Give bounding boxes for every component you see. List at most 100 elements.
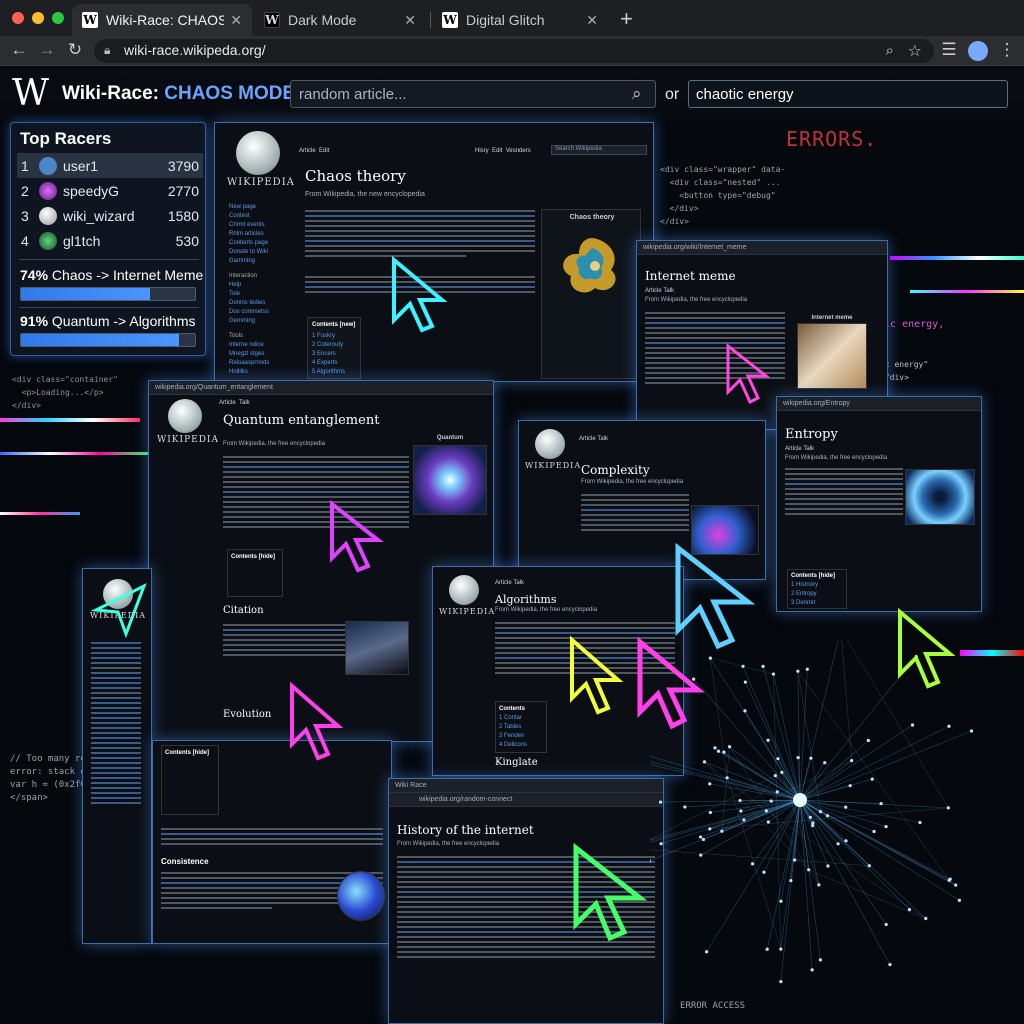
sidebar-nav[interactable] [91,639,141,807]
wiki-window-bottom-left[interactable]: Contents [hide] Consistence [152,740,392,944]
article-tabs[interactable]: Article Edit [299,147,329,156]
tab-title: Wiki-Race: CHAOS MODE [106,12,225,28]
contents-box: Contents [hide] 1 Histnory 2 Entropy 3 Den… [787,569,847,609]
close-window-button[interactable] [12,12,24,24]
racer-row[interactable]: 4 gl1tch 530 [17,228,203,253]
wikipedia-logo: WIKIPEDIA [227,131,294,188]
racer-row[interactable]: 2 speedyG 2770 [17,178,203,203]
chaos-fractal-image [563,238,616,293]
target-article-input[interactable] [688,80,1008,108]
contents-box: Contents [new] 1 Fuskry 2 Coterouty 3 Ence… [307,317,361,379]
article-body [161,825,383,848]
article-body [785,465,903,518]
neon-cursor-icon [726,342,771,405]
tab-digital-glitch[interactable]: W Digital Glitch ✕ [432,4,608,36]
reading-list-icon[interactable]: ☰ [938,40,960,60]
avatar [39,231,57,250]
back-arrow-icon[interactable]: ← [8,40,30,60]
glitch-stripe [0,418,140,422]
close-tab-icon[interactable]: ✕ [586,12,598,29]
image-caption: Internet meme [811,315,853,321]
code-fragment: <div class="container" <p>Loading...</p>… [12,375,118,410]
article-tabs[interactable]: Article Talk [645,287,674,296]
wikipedia-logo: WIKIPEDIA [439,575,494,616]
profile-icon[interactable] [968,41,988,61]
wikipedia-favicon-icon: W [82,12,98,28]
image-caption: Quantum [436,435,464,441]
article-tabs[interactable]: Article Talk [495,579,524,588]
article-title: History of the internet [397,823,534,837]
glitch-stripe [0,512,80,515]
neon-cursor-icon [570,635,624,715]
menu-icon[interactable]: ⋮ [996,40,1018,60]
article-title: Complexity [581,463,650,477]
avatar [39,181,57,200]
article-tools[interactable]: Hisry Edit Vesnders [475,147,531,156]
avatar [39,156,57,175]
random-article-input[interactable] [290,80,656,108]
entropy-vortex-image [905,469,975,525]
leaderboard-title: Top Racers [20,129,112,148]
article-subtitle: From Wikipedia, the free encyclopedia [645,297,748,303]
new-tab-button[interactable]: + [620,6,633,32]
article-title: Quantum entanglement [223,413,380,428]
wikipedia-logo: W [12,73,50,114]
minimize-window-button[interactable] [32,12,44,24]
wikipedia-favicon-icon: W [264,12,280,28]
window-url-bar: wikipedia.org/random-connect [389,793,663,807]
close-tab-icon[interactable]: ✕ [404,12,416,29]
racer-name: gl1tch [63,232,101,249]
racer-score: 530 [175,232,199,249]
race-progress-bar [20,287,196,301]
racer-score: 1580 [167,207,199,224]
tab-dark-mode[interactable]: W Dark Mode ✕ [254,4,426,36]
infobox: Chaos theory [541,209,641,379]
article-title: Internet meme [645,269,736,283]
article-subtitle: From Wikipedia, the free encyclopedia [495,607,598,613]
maximize-window-button[interactable] [52,12,64,24]
search-icon[interactable]: ⌕ [632,84,642,104]
url-text: wiki-race.wikipeda.org/ [124,42,266,58]
zoom-icon[interactable]: ⌕ [886,42,894,59]
race-label: 91% Quantum -> Algorithms [20,313,196,329]
race-progress-fill [21,288,150,300]
racer-rank: 2 [21,182,29,199]
race-progress-bar [20,333,196,347]
leaderboard-panel: Top Racers 1 user1 3790 2 speedyG 2770 3… [10,122,206,356]
article-tabs[interactable]: Article Talk [219,399,250,408]
tab-separator [430,12,431,28]
article-tabs[interactable]: Article Talk [785,445,814,454]
page-title: Wiki-Race: CHAOS MODE [62,83,295,105]
article-title: Entropy [785,427,838,442]
reload-icon[interactable]: ↻ [64,40,86,60]
globe-image [337,871,385,921]
tab-bar: W Wiki-Race: CHAOS MODE ✕ W Dark Mode ✕ … [0,0,1024,36]
racer-row[interactable]: 3 wiki_wizard 1580 [17,203,203,228]
race-label: 74% Chaos -> Internet Meme [20,267,204,283]
window-url-bar: wikipedia.org/Entropy [777,397,981,411]
section-heading: Citation [223,605,264,616]
article-tabs[interactable]: Article Talk [579,435,608,444]
section-heading: Kinglate [495,757,538,768]
article-subtitle: From Wikipedia, the free encyclopedia [397,841,500,847]
tab-wiki-race[interactable]: W Wiki-Race: CHAOS MODE ✕ [72,4,252,36]
close-tab-icon[interactable]: ✕ [230,12,242,29]
meme-cat-image [797,323,867,389]
star-icon[interactable]: ☆ [908,41,922,61]
contents-box: Contents 1 Contar 2 Tables 3 Fendeir 4 Deli… [495,701,547,753]
title-mode: CHAOS MODE [164,83,296,104]
neon-cursor-icon [637,636,705,730]
glitch-stripe [910,290,1024,293]
forward-arrow-icon[interactable]: → [36,40,58,60]
article-body [581,491,689,534]
wiki-search-input[interactable]: Search Wikipedia [551,145,647,155]
tab-title: Digital Glitch [466,12,545,28]
racer-rank: 1 [21,157,29,174]
racer-row[interactable]: 1 user1 3790 [17,153,203,178]
wikipedia-favicon-icon: W [442,12,458,28]
address-bar[interactable]: 🔒︎ wiki-race.wikipeda.org/ ⌕ ☆ [94,39,934,63]
sidebar-nav[interactable]: New page Contest Cnrmt events Rnlm articles… [229,203,269,377]
wiki-window-entropy[interactable]: wikipedia.org/Entropy Entropy Article Ta… [776,396,982,612]
article-title: Chaos theory [305,167,406,185]
quantum-image [413,445,487,515]
